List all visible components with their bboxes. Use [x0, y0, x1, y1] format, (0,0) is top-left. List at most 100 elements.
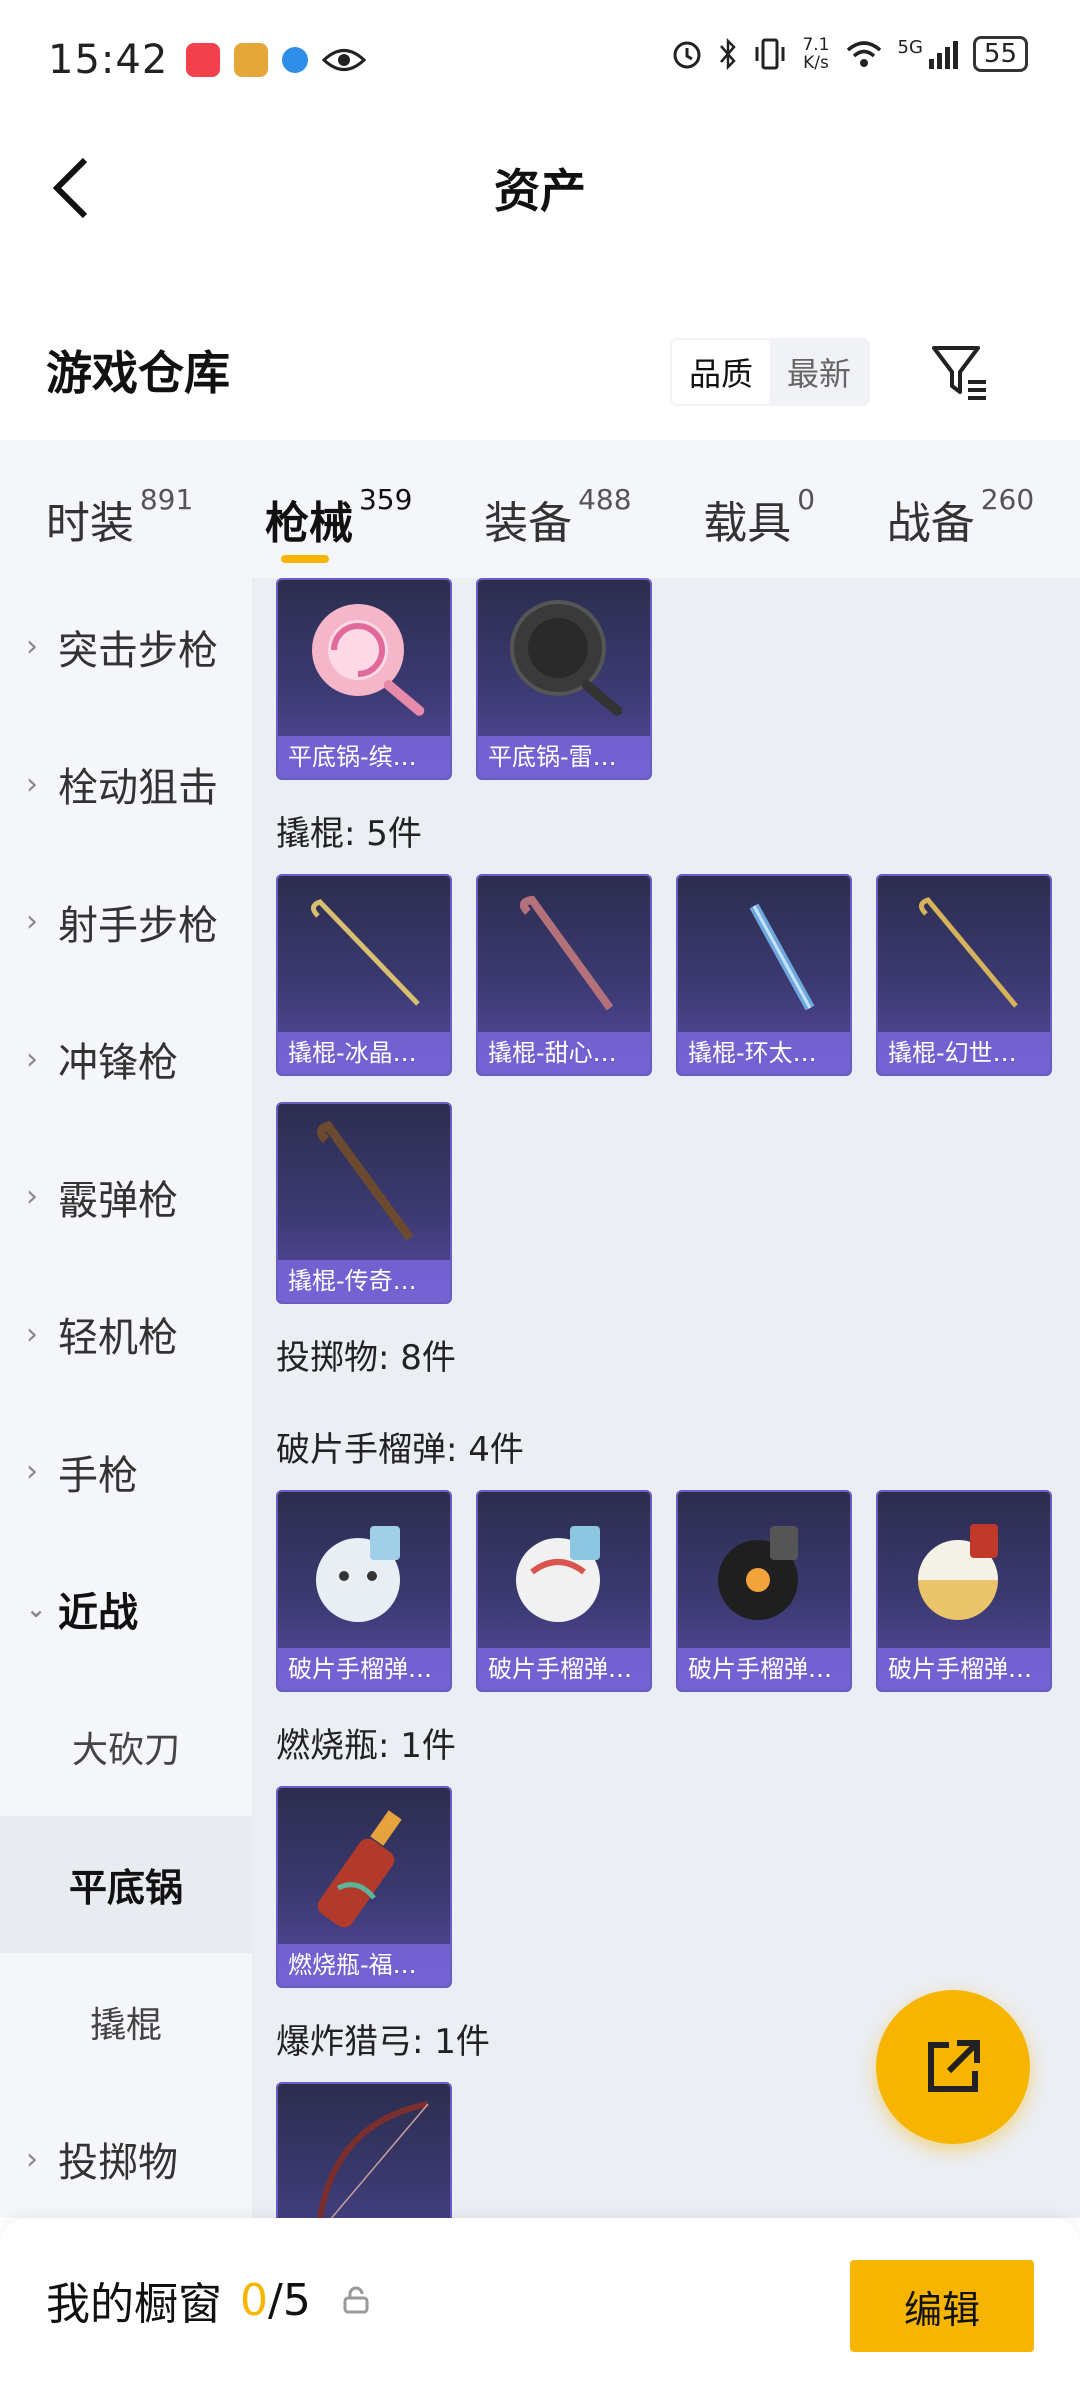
red-app-icon [186, 43, 221, 77]
tab-label: 载具 [703, 498, 792, 549]
section-label-explosive-bow: 爆炸猎弓: 1件 [276, 2022, 490, 2062]
item-card[interactable]: 撬棍-传奇侦探 [276, 1102, 452, 1304]
net-speed-unit: K/s [803, 53, 829, 73]
grenade-item-image [516, 1526, 600, 1622]
share-button[interactable] [876, 1990, 1030, 2144]
page-title: 资产 [494, 163, 586, 218]
sort-toggle: 品质 最新 [670, 338, 870, 406]
item-card[interactable]: 平底锅-雷霆… [476, 578, 652, 780]
chevron-right-icon: › [26, 2141, 38, 2177]
tab-equipment[interactable]: 装备 488 [484, 469, 631, 549]
crowbar-item-image [919, 897, 1018, 1008]
item-card[interactable]: 平底锅-缤纷… [276, 578, 452, 780]
item-card[interactable]: 破片手榴弹-… [276, 1490, 452, 1692]
item-card[interactable]: 撬棍-冰晶雪宝 [276, 874, 452, 1076]
tab-fashion[interactable]: 时装 891 [46, 469, 193, 549]
sidebar-item-pistol[interactable]: › 手枪 [0, 1403, 252, 1541]
chevron-down-icon: ⌄ [26, 1595, 47, 1624]
pan-item-image [510, 600, 623, 716]
category-tabs: 时装 891 枪械 359 装备 488 载具 0 战备 260 [0, 440, 1080, 578]
sidebar-item-label: 射手步枪 [58, 902, 218, 949]
eye-icon [322, 49, 367, 71]
sidebar-subitem-crowbar[interactable]: 撬棍 [0, 1953, 252, 2091]
sidebar-item-label: 近战 [58, 1590, 138, 1637]
item-card-label: 撬棍-环太平洋 [678, 1032, 850, 1074]
status-app-icons [186, 43, 367, 77]
tab-label: 时装 [45, 498, 134, 549]
item-card[interactable] [276, 2082, 452, 2218]
chevron-right-icon: › [26, 629, 38, 665]
crowbar-item-image [311, 899, 420, 1006]
network-type: 5G [897, 36, 923, 58]
grenade-item-image [316, 1526, 400, 1622]
item-card[interactable]: 撬棍-幻世战… [876, 874, 1052, 1076]
sidebar-item-assault-rifle[interactable]: › 突击步枪 [0, 578, 252, 716]
orange-app-icon [234, 43, 269, 77]
lock-icon [343, 2286, 369, 2314]
item-card[interactable]: 破片手榴弹-… [476, 1490, 652, 1692]
sidebar-item-label: 平底锅 [68, 1865, 183, 1910]
filter-button[interactable] [928, 340, 992, 404]
sort-newest-button[interactable]: 最新 [770, 340, 868, 404]
showcase-count: 0/5 [240, 2275, 311, 2326]
status-time: 15:42 [48, 37, 169, 83]
tab-label: 装备 [484, 498, 573, 549]
sidebar-item-smg[interactable]: › 冲锋枪 [0, 991, 252, 1129]
item-card-label: 破片手榴弹-… [878, 1648, 1050, 1690]
chevron-right-icon: › [26, 1316, 38, 1352]
crowbar-item-image [519, 895, 614, 1011]
item-card[interactable]: 破片手榴弹-… [876, 1490, 1052, 1692]
item-card[interactable]: 破片手榴弹-… [676, 1490, 852, 1692]
filter-icon [932, 346, 986, 400]
item-card-label: 破片手榴弹-… [278, 1648, 450, 1690]
item-card-label: 撬棍-甜心宝贝 [478, 1032, 650, 1074]
section-label-crowbar: 撬棍: 5件 [276, 814, 422, 854]
battery-level: 55 [983, 39, 1017, 69]
sidebar-item-marksman-rifle[interactable]: › 射手步枪 [0, 853, 252, 991]
tab-label: 战备 [886, 498, 975, 549]
item-card[interactable]: 燃烧瓶-福马… [276, 1786, 452, 1988]
section-label-molotov: 燃烧瓶: 1件 [276, 1726, 456, 1766]
external-link-icon [928, 2040, 980, 2092]
grenade-item-image [918, 1524, 998, 1620]
item-card-label: 撬棍-幻世战… [878, 1032, 1050, 1074]
chevron-right-icon: › [26, 1179, 38, 1215]
item-card-label: 撬棍-冰晶雪宝 [278, 1032, 450, 1074]
item-card-label: 燃烧瓶-福马… [278, 1944, 450, 1986]
net-speed-value: 7.1 [802, 35, 830, 55]
net-speed: 7.1 K/s [802, 36, 829, 72]
section-label-frag-grenade: 破片手榴弹: 4件 [276, 1430, 524, 1470]
tab-count: 488 [578, 483, 632, 516]
showcase-title: 我的橱窗 [46, 2279, 222, 2330]
sidebar-item-label: 霰弹枪 [58, 1177, 178, 1224]
tab-vehicles[interactable]: 载具 0 [703, 469, 815, 549]
sidebar-item-melee[interactable]: ⌄ 近战 [0, 1541, 252, 1679]
item-card[interactable]: 撬棍-甜心宝贝 [476, 874, 652, 1076]
item-card-label: 平底锅-缤纷… [278, 736, 450, 778]
sidebar-item-shotgun[interactable]: › 霰弹枪 [0, 1128, 252, 1266]
crowbar-item-image [749, 903, 815, 1011]
edit-button[interactable]: 编辑 [850, 2260, 1034, 2352]
bow-item-image [317, 2101, 429, 2218]
sidebar-item-lmg[interactable]: › 轻机枪 [0, 1266, 252, 1404]
sort-quality-button[interactable]: 品质 [672, 340, 770, 404]
sidebar-subitem-pan[interactable]: 平底锅 [0, 1815, 252, 1953]
tab-firearms[interactable]: 枪械 359 [265, 469, 412, 563]
bluetooth-icon [720, 37, 737, 71]
warehouse-header: 游戏仓库 品质 最新 [0, 300, 1080, 440]
sidebar-subitem-machete[interactable]: 大砍刀 [0, 1678, 252, 1816]
signal-icon [928, 41, 958, 69]
battery-indicator: 55 [972, 36, 1028, 72]
tab-supplies[interactable]: 战备 260 [887, 469, 1034, 549]
sidebar-item-bolt-sniper[interactable]: › 栓动狙击 [0, 716, 252, 854]
sidebar-item-throwables[interactable]: › 投掷物 [0, 2091, 252, 2219]
pan-item-image [312, 604, 425, 716]
item-card[interactable]: 撬棍-环太平洋 [676, 874, 852, 1076]
item-card-label: 撬棍-传奇侦探 [278, 1260, 450, 1302]
weapon-category-sidebar: › 突击步枪 › 栓动狙击 › 射手步枪 › 冲锋枪 › 霰弹枪 › 轻机枪 ›… [0, 578, 252, 2218]
crowbar-item-image [317, 1120, 414, 1241]
tab-count: 0 [797, 483, 816, 516]
back-button[interactable] [36, 148, 106, 228]
showcase-bar: 我的橱窗 0/5 编辑 [0, 2218, 1080, 2382]
wifi-icon [846, 41, 881, 67]
